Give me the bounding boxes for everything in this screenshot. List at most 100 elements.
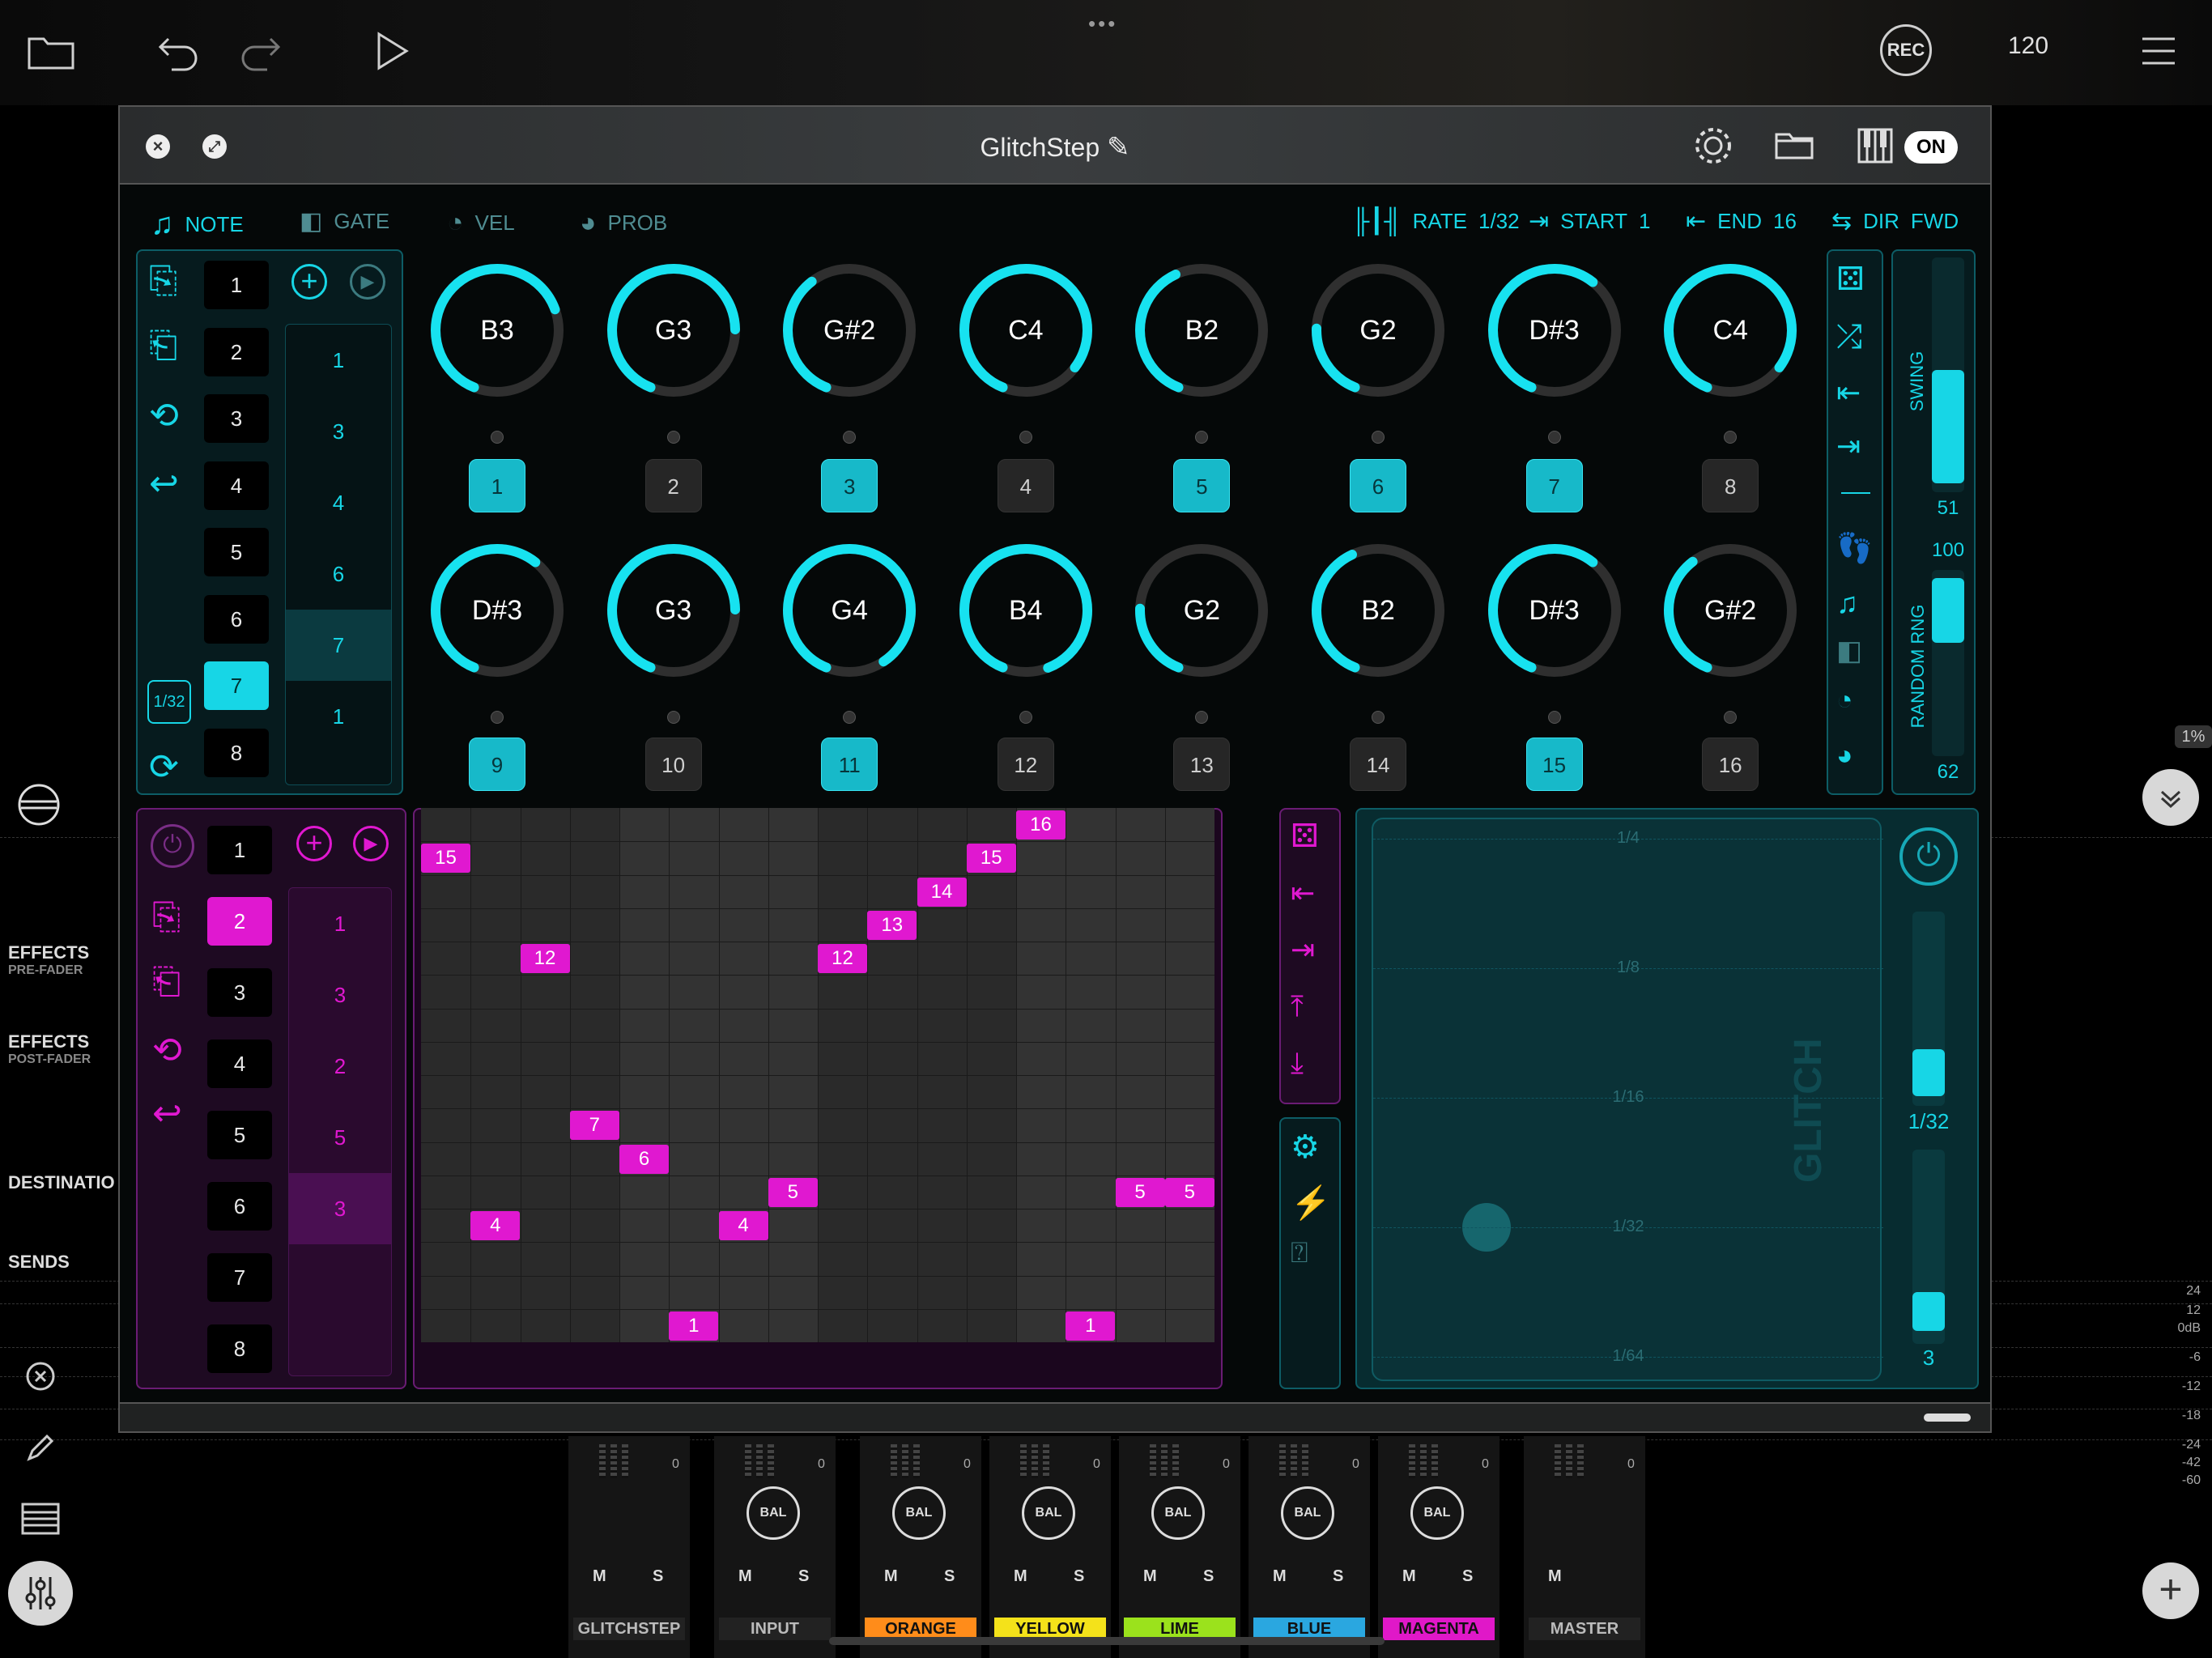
cycle-icon[interactable]: ⟳: [149, 746, 189, 787]
channel-strip[interactable]: 0 BAL M S YELLOW: [989, 1436, 1111, 1658]
direction-control[interactable]: ⇆ DIR FWD: [1831, 207, 1959, 236]
chain-list-item[interactable]: 4: [286, 467, 391, 538]
pattern-chain-list[interactable]: 134671: [285, 324, 392, 785]
grid-note-cell[interactable]: 15: [966, 844, 1016, 874]
chain-list-item[interactable]: 1: [289, 888, 391, 959]
shift-left-icon[interactable]: ⇤: [1836, 376, 1877, 416]
lightning-icon[interactable]: ⚡: [1291, 1184, 1331, 1224]
mute-button[interactable]: M: [1143, 1567, 1157, 1586]
chain-list-item[interactable]: 3: [289, 959, 391, 1031]
folder-icon[interactable]: [23, 23, 79, 79]
resize-handle[interactable]: [1924, 1414, 1971, 1422]
probability-mode-icon[interactable]: ◕: [1836, 740, 1877, 780]
paste-icon[interactable]: ⎗: [149, 325, 189, 366]
paste-icon[interactable]: ⎗: [152, 962, 193, 1002]
glitch-power-icon[interactable]: ⏻: [1899, 827, 1958, 886]
add-icon[interactable]: +: [296, 826, 332, 861]
shuffle-icon[interactable]: ⤮: [1836, 319, 1877, 359]
power-icon[interactable]: ⏻: [151, 824, 194, 868]
step-toggle-button[interactable]: 9: [469, 738, 525, 791]
chain-list-item[interactable]: 2: [289, 1031, 391, 1102]
close-circle-icon[interactable]: [24, 1360, 57, 1392]
grid-note-cell[interactable]: 15: [421, 844, 470, 874]
shift-up-icon[interactable]: ⤒: [1291, 989, 1331, 1030]
grid-note-cell[interactable]: 14: [917, 877, 967, 907]
effects-post-fader[interactable]: EFFECTS POST-FADER: [8, 1031, 91, 1067]
shift-right-icon[interactable]: ⇥: [1291, 933, 1331, 973]
chain-list-item[interactable]: 1: [286, 681, 391, 752]
play-pattern-icon[interactable]: ▶: [353, 826, 389, 861]
destination-label[interactable]: DESTINATIO: [8, 1172, 115, 1193]
tab-prob[interactable]: ◕ PROB: [580, 207, 667, 239]
pattern-slot-button[interactable]: 7: [204, 661, 269, 710]
pattern-slot-button[interactable]: 1: [204, 261, 269, 309]
channel-strip[interactable]: 0 M S GLITCHSTEP: [568, 1436, 690, 1658]
step-toggle-button[interactable]: 14: [1350, 738, 1406, 791]
balance-knob[interactable]: BAL: [747, 1486, 800, 1540]
notes-mode-icon[interactable]: ♫: [1836, 586, 1877, 627]
swing-slider-handle[interactable]: [1932, 370, 1964, 484]
glitch-slot-button[interactable]: 5: [207, 1111, 272, 1159]
grid-note-cell[interactable]: 5: [1164, 1177, 1214, 1207]
tab-gate[interactable]: ◧ GATE: [300, 207, 389, 236]
help-icon[interactable]: ⍰: [1291, 1235, 1331, 1276]
step-toggle-button[interactable]: 8: [1702, 459, 1759, 512]
solo-button[interactable]: S: [1074, 1567, 1084, 1586]
swing-slider-track[interactable]: [1932, 257, 1964, 492]
glitch-xy-pad[interactable]: GLITCH 1/4 1/8 1/16 1/32 1/64: [1372, 818, 1883, 1381]
grid-note-cell[interactable]: 5: [768, 1177, 818, 1207]
step-toggle-button[interactable]: 13: [1173, 738, 1231, 791]
undo-icon[interactable]: [151, 23, 207, 79]
velocity-mode-icon[interactable]: ◔: [1836, 685, 1877, 725]
step-toggle-button[interactable]: 1: [469, 459, 525, 512]
note-knob[interactable]: C4: [953, 257, 1099, 403]
chain-list-item[interactable]: 7: [286, 610, 391, 681]
sends-label[interactable]: SENDS: [8, 1252, 70, 1273]
grid-note-cell[interactable]: 6: [619, 1144, 669, 1174]
power-on-toggle[interactable]: ON: [1904, 131, 1958, 164]
add-icon[interactable]: +: [291, 264, 327, 300]
step-toggle-button[interactable]: 15: [1525, 738, 1583, 791]
pattern-slot-button[interactable]: 3: [204, 394, 269, 443]
gear-icon[interactable]: [1691, 123, 1736, 168]
grid-note-cell[interactable]: 1: [1066, 1311, 1116, 1341]
channel-strip[interactable]: 0 BAL M S BLUE: [1249, 1436, 1370, 1658]
keyboard-icon[interactable]: [1853, 123, 1898, 168]
pattern-slot-button[interactable]: 6: [204, 594, 269, 644]
grid-note-cell[interactable]: 12: [818, 944, 867, 973]
glitch-slot-button[interactable]: 8: [207, 1324, 272, 1373]
mute-button[interactable]: M: [1273, 1567, 1287, 1586]
note-knob[interactable]: B2: [1129, 257, 1274, 403]
copy-icon[interactable]: ⎘: [149, 261, 189, 301]
more-dots-icon[interactable]: •••: [1088, 11, 1117, 36]
pattern-slot-button[interactable]: 5: [204, 528, 269, 576]
end-control[interactable]: ⇤ END 16: [1686, 207, 1797, 236]
mixer-scrollbar[interactable]: [829, 1637, 1385, 1645]
step-toggle-button[interactable]: 3: [821, 459, 878, 512]
channel-strip[interactable]: 0 BAL M S LIME: [1119, 1436, 1240, 1658]
balance-knob[interactable]: BAL: [1022, 1486, 1075, 1540]
edit-pencil-icon[interactable]: ✎: [1107, 132, 1130, 163]
grid-note-cell[interactable]: 4: [718, 1211, 768, 1240]
channel-name[interactable]: GLITCHSTEP: [573, 1618, 685, 1640]
reset-icon[interactable]: ⟲: [152, 1030, 193, 1070]
note-knob[interactable]: D#3: [1482, 538, 1627, 683]
note-knob[interactable]: C4: [1657, 257, 1803, 403]
balance-knob[interactable]: BAL: [1151, 1486, 1205, 1540]
channel-name[interactable]: MAGENTA: [1383, 1618, 1495, 1640]
solo-button[interactable]: S: [653, 1567, 663, 1586]
balance-knob[interactable]: BAL: [892, 1486, 946, 1540]
reset-icon[interactable]: ⟲: [149, 395, 189, 436]
play-icon[interactable]: [363, 23, 419, 79]
shift-down-icon[interactable]: ⤓: [1291, 1046, 1331, 1086]
pencil-icon[interactable]: [23, 1430, 58, 1465]
mute-button[interactable]: M: [593, 1567, 606, 1586]
collapse-button[interactable]: [2142, 769, 2199, 826]
note-knob[interactable]: G3: [601, 538, 747, 683]
glitch-slot-button[interactable]: 6: [207, 1182, 272, 1231]
channel-strip[interactable]: 0 M MASTER: [1524, 1436, 1645, 1658]
note-knob[interactable]: D#3: [424, 538, 570, 683]
glitch-rate-slider[interactable]: [1912, 912, 1945, 1106]
glitch-slot-button[interactable]: 2: [207, 897, 272, 946]
glitch-amount-slider[interactable]: [1912, 1150, 1945, 1344]
